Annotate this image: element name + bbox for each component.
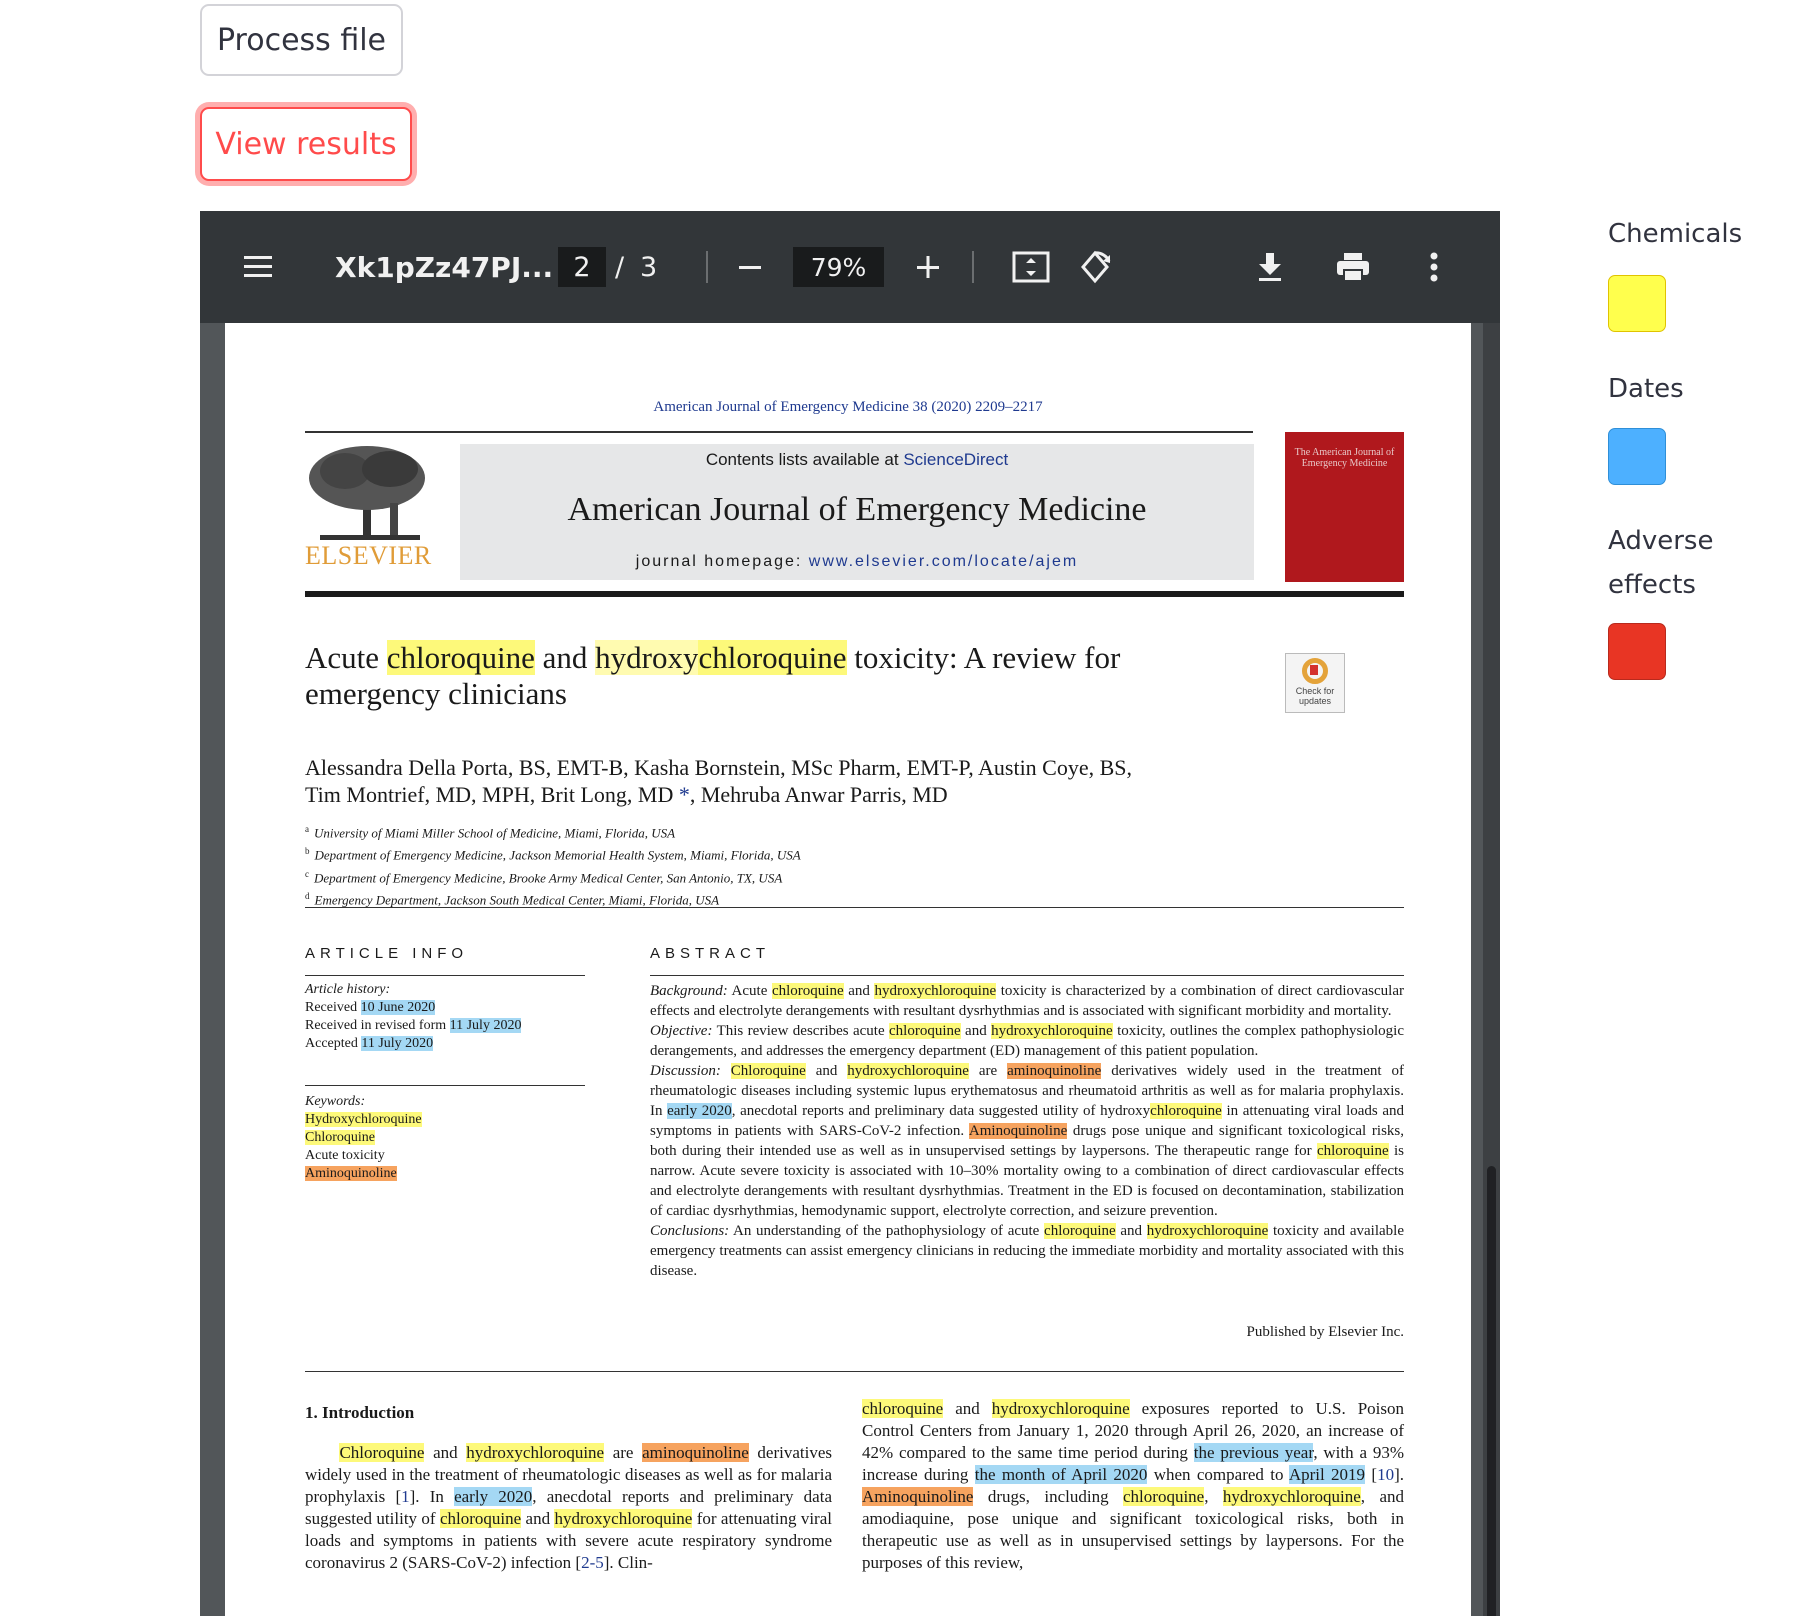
keywords: Keywords: Hydroxychloroquine Chloroquine… bbox=[305, 1094, 422, 1181]
citation-link[interactable]: 2-5 bbox=[581, 1553, 604, 1572]
published-by: Published by Elsevier Inc. bbox=[1246, 1324, 1404, 1340]
pdf-page: American Journal of Emergency Medicine 3… bbox=[225, 323, 1471, 1616]
affiliations: a University of Miami Miller School of Me… bbox=[305, 824, 801, 908]
chemical-highlight: chloroquine bbox=[862, 1399, 944, 1418]
toolbar-divider bbox=[972, 251, 974, 283]
section-heading: 1. Introduction bbox=[305, 1403, 415, 1422]
adverse-effect-highlight: aminoquinoline bbox=[642, 1443, 749, 1462]
legend-label-chemicals: Chemicals bbox=[1608, 219, 1743, 249]
divider bbox=[305, 1085, 585, 1086]
journal-homepage: journal homepage: www.elsevier.com/locat… bbox=[635, 553, 1079, 570]
date-highlight: early 2020 bbox=[454, 1487, 533, 1506]
adverse-effect-highlight: Aminoquinoline bbox=[305, 1166, 397, 1181]
chemical-highlight: Chloroquine bbox=[305, 1130, 375, 1145]
journal-name: American Journal of Emergency Medicine bbox=[567, 491, 1147, 528]
adverse-effect-highlight: Aminoquinoline bbox=[968, 1123, 1068, 1139]
check-for-updates-badge[interactable]: Check for updates bbox=[1285, 653, 1345, 713]
chemical-highlight: chloroquine bbox=[439, 1509, 522, 1528]
rotate-icon[interactable] bbox=[1077, 211, 1113, 323]
page-separator: / bbox=[615, 251, 625, 283]
chemical-highlight: hydroxychloroquine bbox=[847, 1063, 969, 1079]
abstract-heading: ABSTRACT bbox=[650, 945, 771, 962]
chemical-highlight: chloroquine bbox=[698, 640, 847, 675]
chemical-highlight: chloroquine bbox=[771, 983, 844, 999]
divider bbox=[305, 1371, 1404, 1372]
legend-swatch-chemicals bbox=[1608, 275, 1666, 332]
chemical-highlight: Hydroxychloroquine bbox=[305, 1112, 422, 1127]
author-list: Alessandra Della Porta, BS, EMT-B, Kasha… bbox=[305, 755, 1133, 807]
adverse-effect-highlight: aminoquinoline bbox=[1007, 1063, 1102, 1079]
article-title: Acute chloroquine and hydroxychloroquine… bbox=[305, 640, 1121, 711]
article-history: Article history: Received 10 June 2020 R… bbox=[305, 982, 522, 1051]
citation-link[interactable]: 1 bbox=[401, 1487, 410, 1506]
intro-column-right: chloroquine and hydroxychloroquine expos… bbox=[862, 1399, 1405, 1572]
date-highlight: 10 June 2020 bbox=[360, 1000, 436, 1015]
abstract-text: Background: Acute chloroquine and hydrox… bbox=[650, 983, 1405, 1279]
chemical-highlight: Chloroquine bbox=[730, 1063, 806, 1079]
view-results-button[interactable]: View results bbox=[200, 107, 412, 181]
page-number-input[interactable]: 2 bbox=[558, 247, 606, 287]
date-highlight: the previous year bbox=[1193, 1443, 1314, 1462]
scrollbar-thumb[interactable] bbox=[1487, 1166, 1496, 1616]
sciencedirect-link[interactable]: ScienceDirect bbox=[903, 450, 1008, 469]
crossmark-icon bbox=[1302, 658, 1328, 684]
elsevier-wordmark: ELSEVIER bbox=[305, 541, 432, 570]
chemical-highlight: chloroquine bbox=[1123, 1487, 1205, 1506]
divider bbox=[650, 975, 1404, 976]
journal-reference: American Journal of Emergency Medicine 3… bbox=[653, 399, 1043, 415]
legend-swatch-dates bbox=[1608, 428, 1666, 485]
date-highlight: the month of April 2020 bbox=[974, 1465, 1148, 1484]
divider bbox=[305, 591, 1404, 597]
chemical-highlight: chloroquine bbox=[1044, 1223, 1116, 1239]
pdf-viewer: Xk1pZz47PJ... 2 / 3 79% American Journal… bbox=[200, 211, 1500, 1616]
date-highlight: early 2020 bbox=[667, 1103, 732, 1119]
chemical-highlight: hydroxychloroquine bbox=[991, 1399, 1130, 1418]
article-info-heading: ARTICLE INFO bbox=[305, 945, 469, 962]
corresponding-author-mark[interactable]: * bbox=[673, 782, 690, 807]
print-icon[interactable] bbox=[1335, 211, 1371, 323]
homepage-link[interactable]: www.elsevier.com/locate/ajem bbox=[809, 553, 1078, 570]
process-file-button[interactable]: Process file bbox=[200, 4, 403, 76]
chemical-highlight: chloroquine bbox=[1150, 1103, 1222, 1119]
chemical-highlight: hydroxychloroquine bbox=[874, 983, 997, 999]
menu-icon[interactable] bbox=[242, 211, 274, 323]
pdf-toolbar: Xk1pZz47PJ... 2 / 3 79% bbox=[200, 211, 1500, 323]
chemical-highlight: hydroxychloroquine bbox=[466, 1443, 605, 1462]
chemical-highlight: hydroxychloroquine bbox=[1146, 1223, 1269, 1239]
date-highlight: 11 July 2020 bbox=[449, 1018, 522, 1033]
chemical-highlight: chloroquine bbox=[1316, 1143, 1389, 1159]
contents-line: Contents lists available at ScienceDirec… bbox=[705, 450, 1009, 469]
date-highlight: April 2019 bbox=[1288, 1465, 1366, 1484]
citation-link[interactable]: 10 bbox=[1377, 1465, 1394, 1484]
chemical-highlight: chloroquine bbox=[386, 640, 535, 675]
divider bbox=[305, 431, 1253, 433]
legend-label-dates: Dates bbox=[1608, 374, 1684, 404]
chemical-highlight: Chloroquine bbox=[339, 1443, 425, 1462]
chemical-highlight: hydroxy bbox=[595, 640, 699, 675]
divider bbox=[305, 975, 585, 976]
chemical-highlight: hydroxychloroquine bbox=[554, 1509, 693, 1528]
more-options-icon[interactable] bbox=[1429, 211, 1439, 323]
zoom-level-input[interactable]: 79% bbox=[793, 247, 884, 287]
adverse-effect-highlight: Aminoquinoline bbox=[862, 1487, 974, 1506]
download-icon[interactable] bbox=[1256, 211, 1284, 323]
toolbar-divider bbox=[706, 251, 708, 283]
legend-label-adverse-effects: Adverse effects bbox=[1608, 526, 1714, 600]
total-pages: 3 bbox=[640, 251, 658, 283]
document-title: Xk1pZz47PJ... bbox=[335, 250, 554, 284]
journal-cover: The American Journal of Emergency Medici… bbox=[1285, 432, 1404, 582]
intro-column-left: Chloroquine and hydroxychloroquine are a… bbox=[305, 1443, 832, 1572]
legend-swatch-adverse-effects bbox=[1608, 623, 1666, 680]
date-highlight: 11 July 2020 bbox=[361, 1036, 434, 1051]
chemical-highlight: hydroxychloroquine bbox=[1222, 1487, 1361, 1506]
fit-page-icon[interactable] bbox=[1012, 211, 1050, 323]
zoom-in-icon[interactable] bbox=[915, 211, 941, 323]
chemical-highlight: chloroquine bbox=[889, 1023, 961, 1039]
zoom-out-icon[interactable] bbox=[737, 211, 763, 323]
divider bbox=[305, 907, 1404, 908]
chemical-highlight: hydroxychloroquine bbox=[991, 1023, 1113, 1039]
